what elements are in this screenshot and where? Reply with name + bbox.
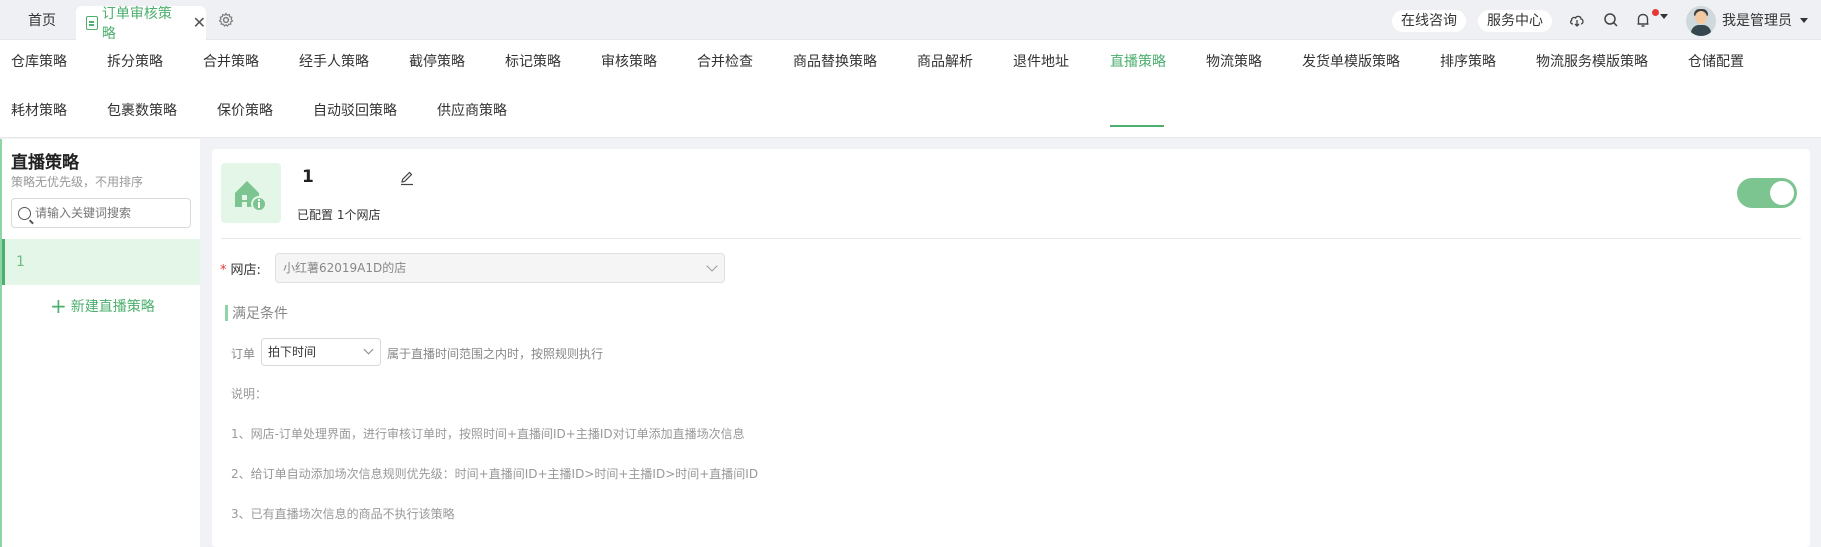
shop-field-label: * 网店: [220, 259, 261, 278]
search-input[interactable] [35, 206, 185, 220]
nav-item-auto-reject[interactable]: 自动驳回策略 [313, 101, 397, 121]
nav-item-return-address[interactable]: 退件地址 [1013, 52, 1069, 72]
search-icon[interactable] [1602, 11, 1620, 29]
search-icon [18, 206, 31, 220]
shop-select-value: 小红薯62019A1D的店 [283, 261, 407, 275]
condition-section-title: 满足条件 [232, 306, 288, 322]
note-heading: 说明： [231, 387, 268, 401]
nav-item-intercept[interactable]: 截停策略 [409, 52, 465, 72]
order-time-value: 拍下时间 [268, 345, 317, 359]
user-name[interactable]: 我是管理员 [1722, 10, 1792, 32]
close-icon[interactable]: ✕ [193, 15, 206, 31]
nav-item-review[interactable]: 审核策略 [601, 52, 657, 72]
plus-icon: + [50, 294, 67, 318]
configured-count: 已配置 1个网店 [297, 208, 381, 222]
nav-item-mark[interactable]: 标记策略 [505, 52, 561, 72]
nav-item-livestream[interactable]: 直播策略 [1110, 52, 1166, 72]
nav-item-product-replace[interactable]: 商品替换策略 [793, 52, 877, 72]
panel-subtitle: 策略无优先级，不用排序 [11, 175, 144, 189]
order-label: 订单 [231, 347, 256, 361]
strategy-nav: 仓库策略 拆分策略 合并策略 经手人策略 截停策略 标记策略 审核策略 合并检查… [0, 40, 1821, 138]
edit-icon[interactable] [398, 169, 416, 187]
tab-home[interactable]: 首页 [18, 9, 66, 33]
strategy-list-panel: 直播策略 策略无优先级，不用排序 1 + 新建直播策略 [0, 139, 200, 547]
chevron-down-icon [706, 260, 718, 272]
list-item[interactable]: 1 [2, 239, 200, 285]
online-consult-button[interactable]: 在线咨询 [1392, 10, 1466, 32]
top-tab-bar: 首页 订单审核策略 ✕ 在线咨询 服务中心 我是管理员 [0, 0, 1821, 42]
nav-item-consumables[interactable]: 耗材策略 [11, 101, 67, 121]
search-box[interactable] [11, 198, 191, 228]
shop-label-text: 网店: [230, 263, 261, 278]
nav-item-merge[interactable]: 合并策略 [203, 52, 259, 72]
nav-item-split[interactable]: 拆分策略 [107, 52, 163, 72]
nav-item-logistics[interactable]: 物流策略 [1206, 52, 1262, 72]
panel-title: 直播策略 [11, 153, 79, 173]
strategy-name: 1 [302, 167, 314, 187]
nav-item-sort[interactable]: 排序策略 [1440, 52, 1496, 72]
notification-dot [1652, 9, 1659, 16]
order-time-select[interactable]: 拍下时间 [261, 338, 381, 366]
required-mark: * [220, 263, 227, 278]
shop-icon [221, 163, 281, 223]
nav-item-warehouse[interactable]: 仓库策略 [11, 52, 67, 72]
service-center-button[interactable]: 服务中心 [1478, 10, 1552, 32]
cloud-download-icon[interactable] [1568, 11, 1586, 29]
enable-toggle[interactable] [1737, 178, 1797, 208]
note-line-2: 2、给订单自动添加场次信息规则优先级：时间+直播间ID+主播ID>时间+主播ID… [231, 467, 759, 481]
bell-icon[interactable] [1634, 11, 1652, 29]
note-line-1: 1、网店-订单处理界面，进行审核订单时，按照时间+直播间ID+主播ID对订单添加… [231, 427, 745, 441]
order-condition-text: 属于直播时间范围之内时，按照规则执行 [387, 347, 604, 361]
nav-item-handler[interactable]: 经手人策略 [299, 52, 369, 72]
active-tab-indicator [1110, 125, 1164, 127]
tab-order-review-strategy[interactable]: 订单审核策略 ✕ [76, 6, 206, 42]
nav-item-supplier[interactable]: 供应商策略 [437, 101, 507, 121]
chevron-down-icon[interactable] [1660, 14, 1668, 19]
nav-item-product-parse[interactable]: 商品解析 [917, 52, 973, 72]
nav-item-insurance[interactable]: 保价策略 [217, 101, 273, 121]
nav-item-merge-check[interactable]: 合并检查 [697, 52, 753, 72]
gear-icon[interactable] [218, 12, 234, 28]
nav-item-logistics-service-template[interactable]: 物流服务模版策略 [1536, 52, 1648, 72]
chevron-down-icon[interactable] [1800, 18, 1808, 23]
document-icon [86, 16, 98, 30]
nav-item-package-count[interactable]: 包裹数策略 [107, 101, 177, 121]
strategy-detail-panel: 1 已配置 1个网店 * 网店: 小红薯62019A1D的店 满足条件 订单 拍下… [212, 149, 1810, 547]
chevron-down-icon [363, 344, 374, 355]
new-strategy-label: 新建直播策略 [70, 299, 155, 315]
section-marker [225, 305, 228, 321]
nav-item-storage-config[interactable]: 仓储配置 [1688, 52, 1744, 72]
shop-select[interactable]: 小红薯62019A1D的店 [275, 253, 725, 283]
tab-label: 订单审核策略 [101, 6, 172, 42]
avatar[interactable] [1686, 6, 1716, 36]
note-line-3: 3、已有直播场次信息的商品不执行该策略 [231, 507, 455, 521]
new-strategy-button[interactable]: + 新建直播策略 [50, 296, 155, 316]
nav-item-shipping-template[interactable]: 发货单模版策略 [1302, 52, 1400, 72]
divider [221, 238, 1801, 239]
